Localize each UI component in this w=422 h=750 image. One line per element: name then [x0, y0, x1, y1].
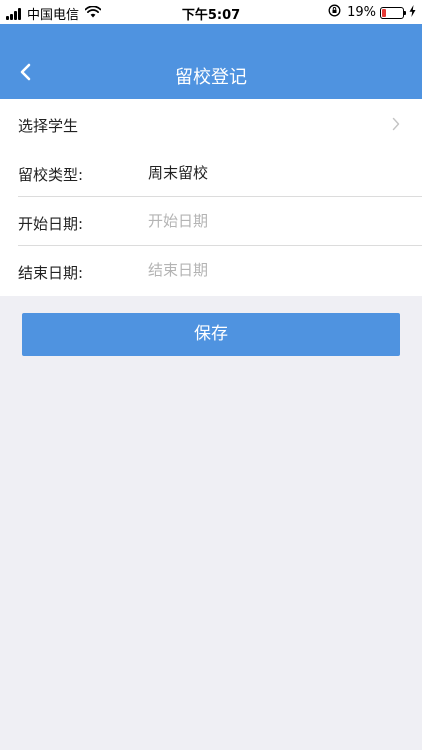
status-bar: 中国电信 下午5:07 19%	[0, 0, 422, 24]
start-date-label: 开始日期:	[18, 215, 84, 233]
select-student-row[interactable]: 选择学生	[0, 99, 422, 148]
select-student-label: 选择学生	[18, 117, 79, 135]
nav-bar: 留校登记	[0, 24, 422, 99]
save-button[interactable]: 保存	[22, 313, 400, 356]
charging-icon	[409, 4, 416, 21]
end-date-label: 结束日期:	[18, 264, 84, 282]
registration-form: 选择学生 留校类型: 周末留校 开始日期: 结束日期:	[0, 99, 422, 296]
battery-fill	[382, 8, 386, 17]
battery-icon	[380, 6, 406, 19]
start-date-input[interactable]	[148, 212, 388, 230]
stay-type-value[interactable]: 周末留校	[148, 162, 208, 183]
chevron-right-icon	[392, 116, 400, 135]
end-date-row[interactable]: 结束日期:	[0, 246, 422, 295]
page-title: 留校登记	[175, 67, 247, 88]
rotation-lock-icon	[328, 4, 341, 21]
start-date-row[interactable]: 开始日期:	[0, 197, 422, 246]
stay-type-label: 留校类型:	[18, 166, 84, 184]
battery-percent: 19%	[347, 5, 376, 20]
end-date-input[interactable]	[148, 261, 388, 279]
stay-type-row[interactable]: 留校类型: 周末留校	[0, 148, 422, 197]
status-right: 19%	[328, 4, 416, 21]
